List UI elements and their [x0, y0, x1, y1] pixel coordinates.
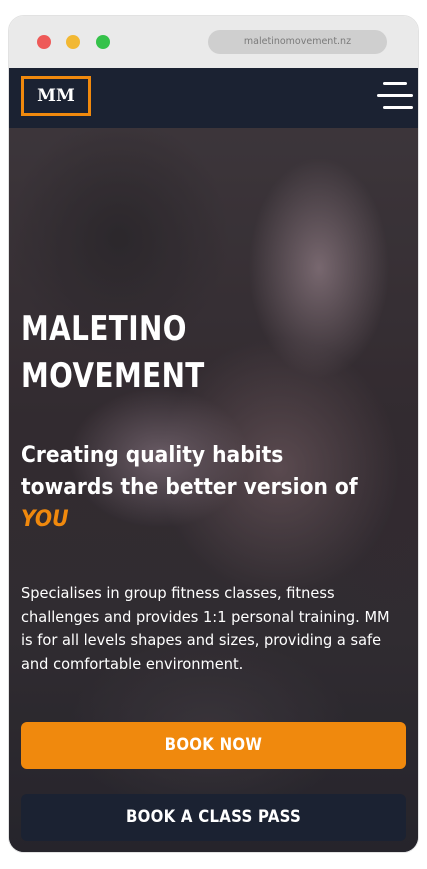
book-class-pass-label: BOOK A CLASS PASS — [125, 807, 302, 827]
hero-subtitle-text: Creating quality habits towards the bett… — [21, 443, 358, 500]
menu-line — [383, 106, 413, 109]
menu-line — [377, 94, 413, 97]
browser-toolbar: maletinomovement.nz — [9, 16, 418, 68]
hero-subtitle: Creating quality habits towards the bett… — [21, 440, 380, 536]
maximize-window-dot[interactable] — [96, 35, 110, 49]
book-now-button[interactable]: BOOK NOW — [21, 722, 406, 769]
address-bar[interactable]: maletinomovement.nz — [208, 30, 387, 54]
hamburger-menu-icon[interactable] — [377, 82, 413, 110]
close-window-dot[interactable] — [37, 35, 51, 49]
hero-title: MALETINO MOVEMENT — [21, 306, 316, 400]
hero-section: MALETINO MOVEMENT Creating quality habit… — [9, 128, 418, 852]
website-viewport: MM MALETINO MOVEMENT Creating quality ha… — [9, 68, 418, 852]
minimize-window-dot[interactable] — [66, 35, 80, 49]
book-class-pass-button[interactable]: BOOK A CLASS PASS — [21, 794, 406, 841]
hero-title-line-1: MALETINO — [21, 309, 187, 349]
site-logo[interactable]: MM — [21, 76, 91, 116]
book-now-label: BOOK NOW — [164, 735, 263, 755]
browser-window: maletinomovement.nz MM MALETINO MOVEMENT… — [8, 15, 419, 853]
hero-highlight-text: YOU — [21, 507, 69, 532]
site-header: MM — [9, 68, 418, 128]
menu-line — [383, 82, 407, 85]
hero-description: Specialises in group fitness classes, fi… — [21, 584, 390, 673]
hero-title-line-2: MOVEMENT — [21, 356, 205, 396]
